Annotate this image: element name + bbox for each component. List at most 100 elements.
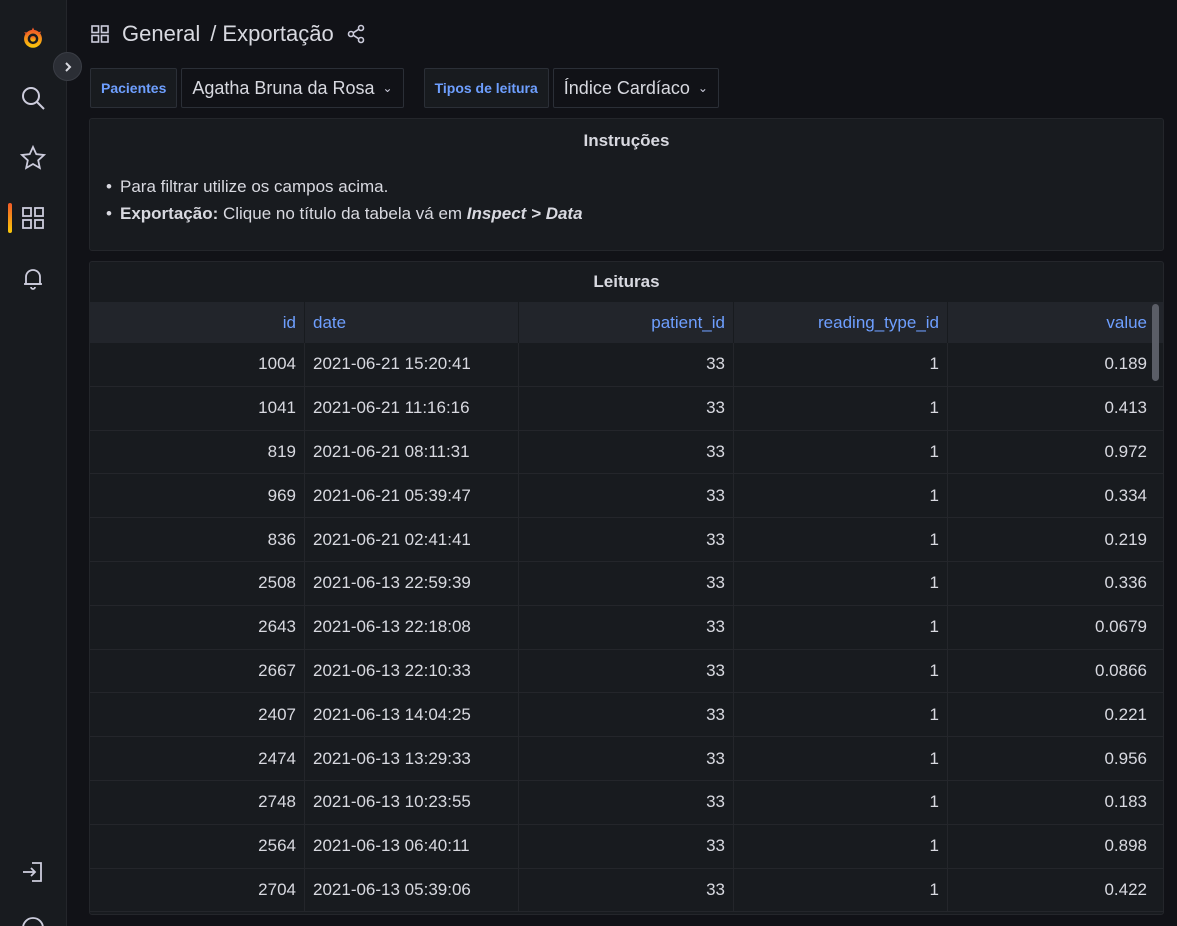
cell-value: 0.413 [1104,398,1147,418]
cell-date: 2021-06-21 15:20:41 [305,343,519,386]
cell-patient-id: 33 [519,693,734,737]
cell-date: 2021-06-13 22:10:33 [305,649,519,693]
cell-id: 2407 [90,693,305,737]
table-row: 836 2021-06-21 02:41:41 33 1 0.219 [90,518,1163,562]
cell-patient-id: 33 [519,737,734,780]
table-row: 2564 2021-06-13 06:40:11 33 1 0.898 [90,824,1163,869]
cell-reading-type-id: 1 [734,737,948,780]
cell-date: 2021-06-13 13:29:33 [305,737,519,780]
tipos-value: Índice Cardíaco [563,77,690,98]
cell-reading-type-id: 1 [734,518,948,561]
table-body: 1004 2021-06-21 15:20:41 33 1 0.189 1041 2021-… [90,343,1163,914]
column-header-date[interactable]: date [305,302,519,343]
cell-date: 2021-06-21 11:16:16 [305,386,519,430]
cell-value: 0.972 [1104,441,1147,461]
table-scrollbar[interactable] [1152,304,1159,381]
pacientes-value: Agatha Bruna da Rosa [192,77,375,98]
breadcrumb: General / Exportação [90,18,366,50]
instruction-text: Para filtrar utilize os campos acima. [120,177,389,196]
dashboards-icon[interactable] [17,202,49,234]
table-row: 969 2021-06-21 05:39:47 33 1 0.334 [90,474,1163,519]
chevron-down-icon: ⌄ [382,81,393,95]
grafana-logo-icon[interactable] [17,22,49,54]
cell-patient-id: 33 [519,605,734,649]
cell-id: 1004 [90,343,305,386]
cell-patient-id: 33 [519,561,734,605]
instructions-list: Para filtrar utilize os campos acima. Ex… [106,173,1163,227]
cell-id: 2643 [90,605,305,649]
pacientes-select[interactable]: Agatha Bruna da Rosa ⌄ [181,68,404,108]
cell-reading-type-id: 1 [734,649,948,693]
cell-reading-type-id: 1 [734,605,948,649]
table-row: 2643 2021-06-13 22:18:08 33 1 0.0679 [90,605,1163,650]
sidebar [0,0,67,926]
cell-date: 2021-06-21 05:39:47 [305,474,519,518]
cell-id: 2474 [90,737,305,780]
cell-id: 2704 [90,868,305,912]
cell-patient-id: 33 [519,780,734,824]
cell-date: 2021-06-13 14:04:25 [305,693,519,737]
cell-date: 2021-06-21 08:11:31 [305,430,519,474]
instructions-panel: Instruções Para filtrar utilize os campo… [89,118,1164,251]
column-header-value[interactable]: value [948,302,1155,343]
cell-reading-type-id: 1 [734,343,948,386]
share-icon[interactable] [346,24,366,44]
help-icon[interactable] [17,912,49,926]
cell-date: 2021-06-13 06:40:11 [305,824,519,868]
leituras-title[interactable]: Leituras [90,262,1163,292]
cell-id: 836 [90,518,305,561]
instruction-italic: Inspect > Data [466,204,583,223]
bell-icon[interactable] [17,262,49,294]
instruction-text: Clique no título da tabela vá em [218,204,467,223]
cell-reading-type-id: 1 [734,561,948,605]
cell-value: 0.219 [1104,529,1147,549]
table-row: 2748 2021-06-13 10:23:55 33 1 0.183 [90,780,1163,825]
cell-id: 2748 [90,780,305,824]
cell-value: 0.183 [1104,792,1147,812]
column-header-id[interactable]: id [90,302,305,343]
cell-date: 2021-06-13 05:39:06 [305,868,519,912]
page-title[interactable]: Exportação [222,21,333,47]
cell-value: 0.0866 [1095,660,1147,680]
column-header-reading-type-id[interactable]: reading_type_id [734,302,948,343]
cell-id: 2508 [90,561,305,605]
cell-patient-id: 33 [519,343,734,386]
cell-reading-type-id: 1 [734,430,948,474]
cell-date: 2021-06-21 02:41:41 [305,518,519,561]
expand-menu-button[interactable] [53,52,82,81]
cell-patient-id: 33 [519,518,734,561]
cell-id: 2564 [90,824,305,868]
cell-patient-id: 33 [519,474,734,518]
tipos-select[interactable]: Índice Cardíaco ⌄ [552,68,719,108]
cell-date: 2021-06-13 22:59:39 [305,561,519,605]
table-row: 2508 2021-06-13 22:59:39 33 1 0.336 [90,561,1163,606]
cell-id: 969 [90,474,305,518]
cell-id: 2667 [90,649,305,693]
instructions-title[interactable]: Instruções [90,119,1163,151]
cell-patient-id: 33 [519,649,734,693]
table-row: 2407 2021-06-13 14:04:25 33 1 0.221 [90,693,1163,738]
variable-label-pacientes: Pacientes [90,68,178,108]
table-header: id date patient_id reading_type_id value [90,302,1163,343]
cell-patient-id: 33 [519,386,734,430]
cell-reading-type-id: 1 [734,780,948,824]
cell-value: 0.956 [1104,748,1147,768]
leituras-panel: Leituras id date patient_id reading_type… [89,261,1164,915]
dashboard-grid-icon [91,25,109,43]
cell-reading-type-id: 1 [734,868,948,912]
cell-reading-type-id: 1 [734,693,948,737]
cell-reading-type-id: 1 [734,474,948,518]
chevron-down-icon: ⌄ [697,81,708,95]
cell-reading-type-id: 1 [734,824,948,868]
chevron-right-icon [64,61,71,72]
star-icon[interactable] [17,142,49,174]
cell-value: 0.334 [1104,485,1147,505]
variables-bar: Pacientes Agatha Bruna da Rosa ⌄ Tipos d… [90,68,719,108]
column-header-patient-id[interactable]: patient_id [519,302,734,343]
variable-label-tipos: Tipos de leitura [423,68,549,108]
breadcrumb-separator: / [210,21,217,46]
sign-in-icon[interactable] [17,856,49,888]
table-row: 2474 2021-06-13 13:29:33 33 1 0.956 [90,737,1163,781]
search-icon[interactable] [17,82,49,114]
folder-link[interactable]: General [122,21,200,47]
